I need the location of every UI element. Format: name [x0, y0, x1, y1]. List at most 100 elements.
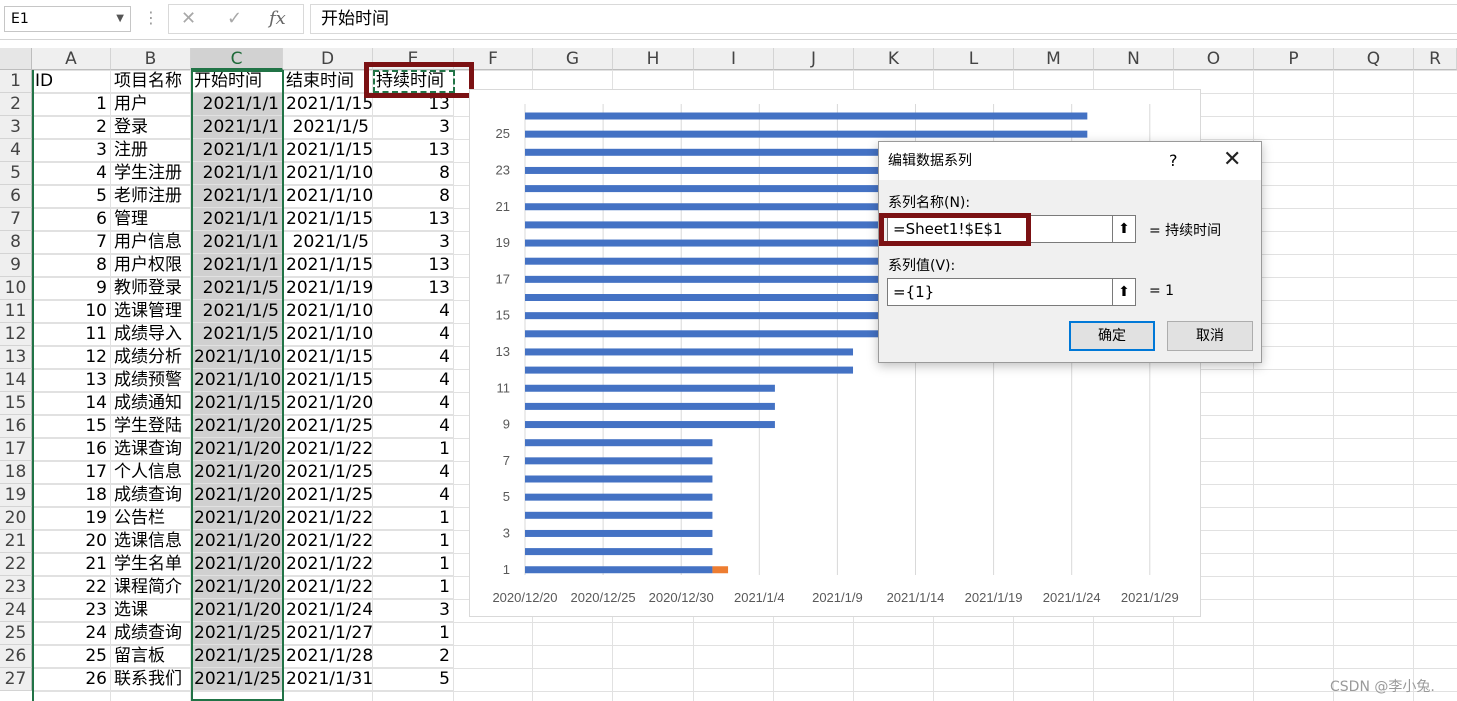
table-cell[interactable]: 个人信息 — [111, 461, 191, 484]
bar-start-7[interactable] — [525, 457, 713, 465]
row-header[interactable]: 27 — [0, 668, 32, 691]
table-cell[interactable]: 3 — [373, 599, 454, 622]
table-cell[interactable]: 5 — [32, 185, 111, 208]
column-header-p[interactable]: P — [1254, 48, 1334, 70]
table-cell[interactable]: 10 — [32, 300, 111, 323]
column-header-g[interactable]: G — [533, 48, 613, 70]
table-cell[interactable]: 成绩导入 — [111, 323, 191, 346]
column-header-j[interactable]: J — [774, 48, 854, 70]
bar-start-3[interactable] — [525, 529, 713, 537]
table-cell[interactable]: 8 — [373, 185, 454, 208]
column-header-c[interactable]: C — [191, 48, 283, 70]
table-cell[interactable]: 24 — [32, 622, 111, 645]
header-cell[interactable]: 结束时间 — [283, 70, 373, 93]
table-cell[interactable]: 3 — [373, 231, 454, 254]
table-cell[interactable]: 2021/1/15 — [283, 93, 373, 116]
row-header[interactable]: 22 — [0, 553, 32, 576]
bar-start-9[interactable] — [525, 421, 775, 429]
table-cell[interactable]: 选课管理 — [111, 300, 191, 323]
row-header[interactable]: 1 — [0, 70, 32, 93]
bar-start-10[interactable] — [525, 402, 775, 410]
table-cell[interactable]: 26 — [32, 668, 111, 691]
header-cell[interactable]: ID — [32, 70, 111, 93]
table-cell[interactable]: 留言板 — [111, 645, 191, 668]
table-cell[interactable]: 4 — [32, 162, 111, 185]
table-cell[interactable]: 2021/1/15 — [283, 139, 373, 162]
row-header[interactable]: 14 — [0, 369, 32, 392]
row-header[interactable]: 26 — [0, 645, 32, 668]
table-cell[interactable]: 教师登录 — [111, 277, 191, 300]
column-header-r[interactable]: R — [1414, 48, 1457, 70]
table-cell[interactable]: 19 — [32, 507, 111, 530]
column-header-k[interactable]: K — [854, 48, 934, 70]
table-cell[interactable]: 2021/1/22 — [283, 507, 373, 530]
table-cell[interactable]: 4 — [373, 415, 454, 438]
table-cell[interactable]: 2021/1/25 — [283, 484, 373, 507]
row-header[interactable]: 11 — [0, 300, 32, 323]
select-all-corner[interactable] — [0, 48, 32, 70]
table-cell[interactable]: 登录 — [111, 116, 191, 139]
table-cell[interactable]: 学生名单 — [111, 553, 191, 576]
table-cell[interactable]: 2 — [373, 645, 454, 668]
table-cell[interactable]: 25 — [32, 645, 111, 668]
table-cell[interactable]: 2021/1/19 — [283, 277, 373, 300]
table-cell[interactable]: 老师注册 — [111, 185, 191, 208]
table-cell[interactable]: 选课信息 — [111, 530, 191, 553]
table-cell[interactable]: 2021/1/10 — [283, 162, 373, 185]
column-header-l[interactable]: L — [934, 48, 1014, 70]
bar-start-5[interactable] — [525, 493, 713, 501]
table-cell[interactable]: 2021/1/22 — [283, 576, 373, 599]
row-header[interactable]: 8 — [0, 231, 32, 254]
bar-duration-1[interactable] — [712, 566, 729, 574]
table-cell[interactable]: 3 — [32, 139, 111, 162]
table-cell[interactable]: 8 — [32, 254, 111, 277]
table-cell[interactable]: 7 — [32, 231, 111, 254]
row-header[interactable]: 12 — [0, 323, 32, 346]
help-icon[interactable]: ? — [1169, 151, 1178, 170]
table-cell[interactable]: 2021/1/15 — [283, 254, 373, 277]
chevron-down-icon[interactable]: ▼ — [116, 7, 124, 31]
column-header-d[interactable]: D — [283, 48, 373, 70]
table-cell[interactable]: 2021/1/31 — [283, 668, 373, 691]
table-cell[interactable]: 2021/1/22 — [283, 530, 373, 553]
bar-start-2[interactable] — [525, 548, 713, 556]
header-cell[interactable]: 项目名称 — [111, 70, 191, 93]
row-header[interactable]: 5 — [0, 162, 32, 185]
column-header-o[interactable]: O — [1174, 48, 1254, 70]
table-cell[interactable]: 2021/1/25 — [283, 415, 373, 438]
ok-button[interactable]: 确定 — [1069, 321, 1155, 351]
cancel-button[interactable]: 取消 — [1167, 321, 1253, 351]
table-cell[interactable]: 2021/1/5 — [283, 116, 373, 139]
table-cell[interactable]: 5 — [373, 668, 454, 691]
table-cell[interactable]: 4 — [373, 323, 454, 346]
bar-start-26[interactable] — [525, 112, 1088, 120]
table-cell[interactable]: 成绩查询 — [111, 484, 191, 507]
table-cell[interactable]: 15 — [32, 415, 111, 438]
table-cell[interactable]: 注册 — [111, 139, 191, 162]
column-header-n[interactable]: N — [1094, 48, 1174, 70]
table-cell[interactable]: 1 — [373, 553, 454, 576]
row-header[interactable]: 10 — [0, 277, 32, 300]
table-cell[interactable]: 13 — [373, 277, 454, 300]
table-cell[interactable]: 2021/1/22 — [283, 553, 373, 576]
table-cell[interactable]: 学生注册 — [111, 162, 191, 185]
table-cell[interactable]: 用户权限 — [111, 254, 191, 277]
formula-input[interactable]: 开始时间 — [310, 4, 1457, 34]
table-cell[interactable]: 8 — [373, 162, 454, 185]
table-cell[interactable]: 成绩通知 — [111, 392, 191, 415]
bar-start-25[interactable] — [525, 130, 1088, 138]
range-select-icon[interactable]: ⬆ — [1112, 215, 1136, 243]
bar-start-13[interactable] — [525, 348, 854, 356]
table-cell[interactable]: 13 — [373, 139, 454, 162]
table-cell[interactable]: 18 — [32, 484, 111, 507]
row-header[interactable]: 24 — [0, 599, 32, 622]
range-select-icon[interactable]: ⬆ — [1112, 278, 1136, 306]
table-cell[interactable]: 学生登陆 — [111, 415, 191, 438]
table-cell[interactable]: 2021/1/20 — [283, 392, 373, 415]
table-cell[interactable]: 选课查询 — [111, 438, 191, 461]
close-icon[interactable]: ✕ — [1223, 147, 1241, 172]
table-cell[interactable]: 4 — [373, 300, 454, 323]
table-cell[interactable]: 13 — [32, 369, 111, 392]
table-cell[interactable]: 2021/1/15 — [283, 369, 373, 392]
fx-icon[interactable]: fx — [269, 8, 286, 29]
